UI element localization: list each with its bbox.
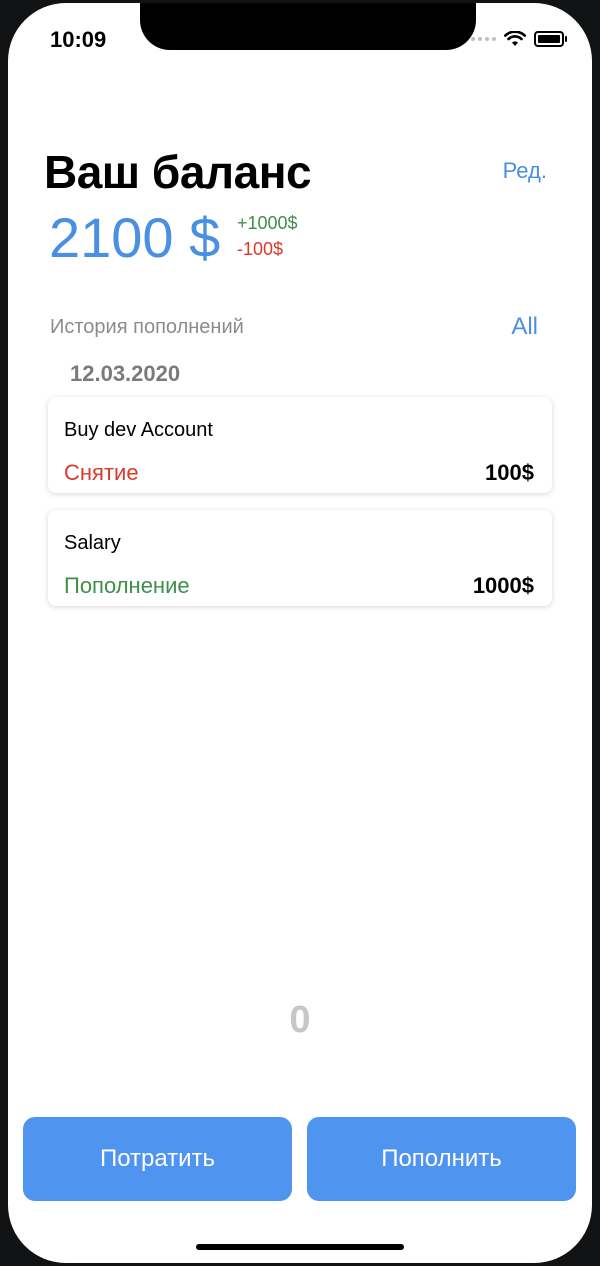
income-total: +1000$ [237,213,298,233]
transaction-type: Снятие [64,460,139,485]
amount-counter: 0 [289,999,311,1041]
expense-total: -100$ [237,239,284,259]
history-title: История пополнений [50,316,244,338]
battery-icon [534,31,567,47]
transaction-amount: 1000$ [472,573,534,598]
spend-button[interactable]: Потратить [23,1117,292,1201]
balance-amount: 2100 $ [49,206,221,269]
transaction-type: Пополнение [64,573,190,598]
status-time: 10:09 [50,27,107,52]
cellular-signal-icon [471,37,496,41]
transaction-name: Buy dev Account [64,419,213,441]
transaction-name: Salary [64,532,121,554]
transaction-amount: 100$ [485,460,534,485]
notch [140,3,476,50]
app-screen: 10:09 Ваш баланс Ред. 2100 $ +1000$ -100… [8,3,592,1263]
wifi-icon [504,31,526,46]
transaction-card[interactable]: Buy dev Account Снятие 100$ [48,397,552,493]
status-icons [471,29,567,49]
topup-button[interactable]: Пополнить [307,1117,576,1201]
all-button[interactable]: All [511,313,538,341]
transaction-card[interactable]: Salary Пополнение 1000$ [48,510,552,606]
page-title: Ваш баланс [44,146,312,198]
history-date: 12.03.2020 [70,361,181,386]
home-indicator[interactable] [196,1244,404,1250]
edit-button[interactable]: Ред. [503,158,547,184]
